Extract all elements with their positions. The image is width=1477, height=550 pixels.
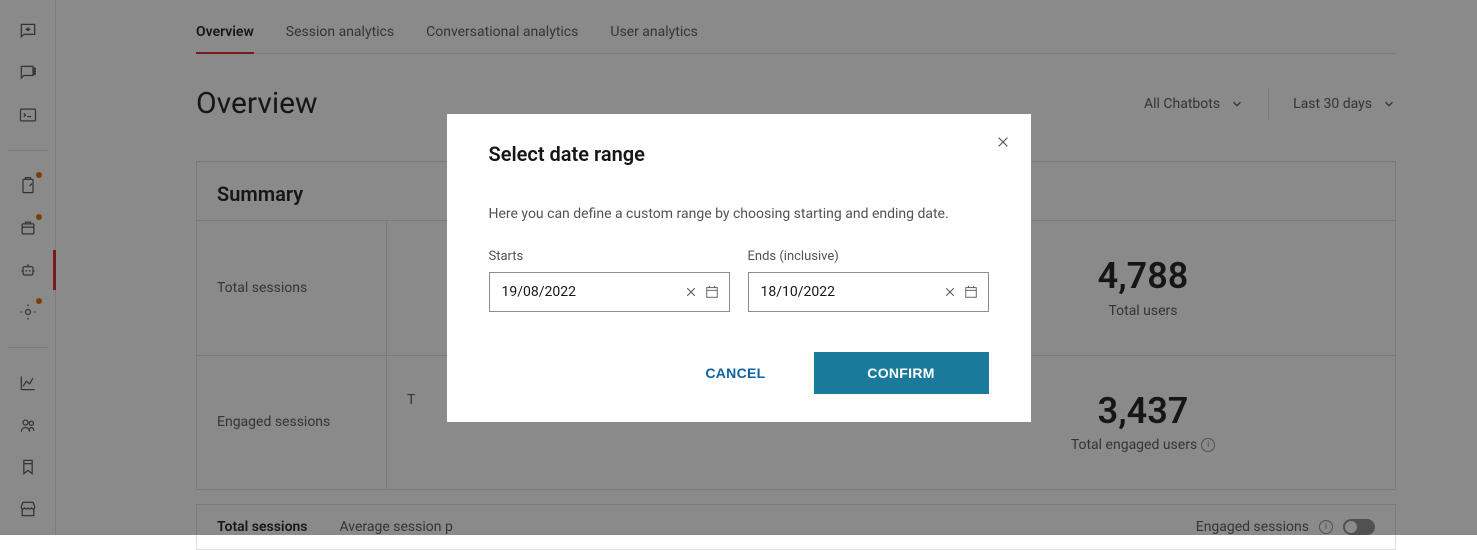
calendar-icon[interactable] [964, 285, 978, 299]
ends-label: Ends (inclusive) [748, 249, 989, 264]
starts-input-wrapper [489, 272, 730, 312]
confirm-button[interactable]: CONFIRM [814, 352, 989, 394]
close-icon [996, 135, 1010, 149]
ends-input-wrapper [748, 272, 989, 312]
cancel-button[interactable]: CANCEL [677, 352, 793, 394]
clear-icon[interactable] [685, 286, 697, 298]
close-button[interactable] [991, 130, 1015, 154]
starts-input[interactable] [502, 284, 685, 300]
clear-icon[interactable] [944, 286, 956, 298]
modal-title: Select date range [489, 142, 989, 166]
calendar-icon[interactable] [705, 285, 719, 299]
ends-input[interactable] [761, 284, 944, 300]
starts-label: Starts [489, 249, 730, 264]
modal-description: Here you can define a custom range by ch… [489, 204, 989, 225]
modal-overlay[interactable]: Select date range Here you can define a … [0, 0, 1477, 535]
date-range-modal: Select date range Here you can define a … [447, 114, 1031, 422]
